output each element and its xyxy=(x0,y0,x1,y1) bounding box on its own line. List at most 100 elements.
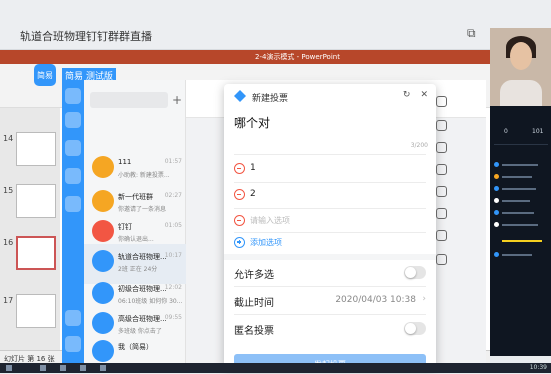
close-icon[interactable]: ✕ xyxy=(420,90,428,100)
slide-thumbnail[interactable] xyxy=(16,294,56,328)
viewer-dot xyxy=(494,174,499,179)
viewer-dot xyxy=(494,186,499,191)
window-titlebar: 轨道合班物理钉钉群群直播 ⧉ – □ ✕ xyxy=(0,0,551,50)
character-counter: 3/200 xyxy=(410,142,428,149)
app-nav-sidebar xyxy=(62,80,84,363)
option-placeholder[interactable]: 请输入选项 xyxy=(250,215,290,226)
divider xyxy=(234,208,426,209)
search-input[interactable] xyxy=(90,92,168,108)
avatar xyxy=(92,282,114,304)
more-icon[interactable] xyxy=(65,336,81,352)
contacts-icon[interactable] xyxy=(65,196,81,212)
person-body xyxy=(500,80,542,106)
viewer-line xyxy=(502,188,536,190)
taskbar-app-icon[interactable] xyxy=(80,365,86,371)
divider xyxy=(234,286,426,287)
calendar-icon[interactable] xyxy=(436,208,447,219)
apps-icon[interactable] xyxy=(65,168,81,184)
option-text[interactable]: 2 xyxy=(250,189,256,199)
avatar xyxy=(92,156,114,178)
new-vote-dialog: 新建投票 ↻ ✕ 哪个对 3/200 1 2 请输入选项 添加选项 允许多选 截… xyxy=(224,84,436,368)
chat-side-toolbar xyxy=(436,90,450,270)
conversation-name: 我（简易） xyxy=(118,343,153,351)
vote-icon xyxy=(234,90,246,102)
deadline-row[interactable]: 截止时间 2020/04/03 10:38 › xyxy=(234,288,426,314)
remove-option-icon[interactable] xyxy=(234,215,245,226)
deadline-label: 截止时间 xyxy=(234,298,274,309)
taskbar-app-icon[interactable] xyxy=(40,365,46,371)
viewer-line xyxy=(502,176,532,178)
contact-icon[interactable] xyxy=(436,120,447,131)
avatar xyxy=(92,220,114,242)
emoji-icon[interactable] xyxy=(436,96,447,107)
app-logo: 简易 xyxy=(34,64,56,86)
restore-icon[interactable]: ⧉ xyxy=(467,26,476,41)
ppt-title: 2-4演示模式 - PowerPoint xyxy=(255,53,340,61)
workspace-icon[interactable] xyxy=(65,140,81,156)
more-apps-icon[interactable] xyxy=(436,254,447,265)
taskbar: 10:39 xyxy=(0,363,551,373)
vote-option-empty[interactable]: 请输入选项 xyxy=(234,212,426,234)
conversation-time: 12:02 xyxy=(164,284,182,291)
dialog-header: 新建投票 ↻ ✕ xyxy=(224,84,436,108)
viewer-line xyxy=(502,164,538,166)
viewer-dot xyxy=(494,162,499,167)
slide-number: 15 xyxy=(3,186,14,195)
vote-question[interactable]: 哪个对 xyxy=(234,114,270,131)
window-title: 轨道合班物理钉钉群群直播 xyxy=(20,30,152,43)
settings-icon[interactable] xyxy=(65,310,81,326)
conversation-time: 09:55 xyxy=(164,314,182,321)
slide-thumbnails: 14 15 16 17 xyxy=(0,108,60,363)
pin-icon[interactable] xyxy=(436,186,447,197)
chevron-right-icon: › xyxy=(422,294,426,304)
start-icon[interactable] xyxy=(6,365,12,371)
divider xyxy=(234,154,426,155)
conversation-preview: 2班 正在 24分 xyxy=(118,266,158,273)
conversation-name: 轨道合班物理... xyxy=(118,253,167,261)
viewer-line xyxy=(502,254,532,256)
remove-option-icon[interactable] xyxy=(234,189,245,200)
taskbar-app-icon[interactable] xyxy=(60,365,66,371)
conversation-time: 01:57 xyxy=(164,158,182,165)
highlight-line xyxy=(502,240,542,242)
folder-icon[interactable] xyxy=(436,164,447,175)
stream-stat: 101 xyxy=(532,128,544,135)
divider xyxy=(234,182,426,183)
conversation-time: 01:05 xyxy=(164,222,182,229)
avatar xyxy=(92,250,114,272)
option-text[interactable]: 1 xyxy=(250,163,256,173)
allow-multiple-label: 允许多选 xyxy=(234,270,274,281)
anonymous-toggle[interactable] xyxy=(404,322,426,335)
allow-multiple-row: 允许多选 xyxy=(234,260,426,286)
taskbar-app-icon[interactable] xyxy=(100,365,106,371)
remove-option-icon[interactable] xyxy=(234,163,245,174)
clock: 10:39 xyxy=(529,364,547,371)
conversation-name: 初级合班物理... xyxy=(118,285,167,293)
slide-thumbnail[interactable] xyxy=(16,184,56,218)
add-icon[interactable]: + xyxy=(172,93,182,107)
dialog-title: 新建投票 xyxy=(252,94,289,104)
refresh-icon[interactable]: ↻ xyxy=(403,90,411,100)
clock-icon[interactable] xyxy=(436,142,447,153)
viewer-line xyxy=(502,224,538,226)
messages-icon[interactable] xyxy=(65,88,81,104)
vote-option[interactable]: 2 xyxy=(234,186,426,208)
notifications-icon[interactable] xyxy=(65,112,81,128)
divider xyxy=(494,144,548,145)
live-icon[interactable] xyxy=(436,230,447,241)
viewer-dot xyxy=(494,222,499,227)
add-option-button[interactable]: 添加选项 xyxy=(234,234,282,250)
slide-thumbnail-selected[interactable] xyxy=(16,236,56,270)
live-stream-panel: 0 101 xyxy=(490,106,551,356)
conversation-list: + 111 小助教: 新建投票... 01:57 新一代班群 你邀请了一条消息 … xyxy=(84,80,186,363)
add-option-label: 添加选项 xyxy=(250,237,282,247)
slide-thumbnail[interactable] xyxy=(16,132,56,166)
conversation-name: 新一代班群 xyxy=(118,193,153,201)
conversation-preview: 你邀请了一条消息 xyxy=(118,206,167,213)
vote-option[interactable]: 1 xyxy=(234,160,426,182)
avatar xyxy=(92,190,114,212)
conversation-time: 10:17 xyxy=(164,252,182,259)
person-face xyxy=(510,42,532,70)
allow-multiple-toggle[interactable] xyxy=(404,266,426,279)
ppt-titlebar: 2-4演示模式 - PowerPoint xyxy=(0,50,490,64)
